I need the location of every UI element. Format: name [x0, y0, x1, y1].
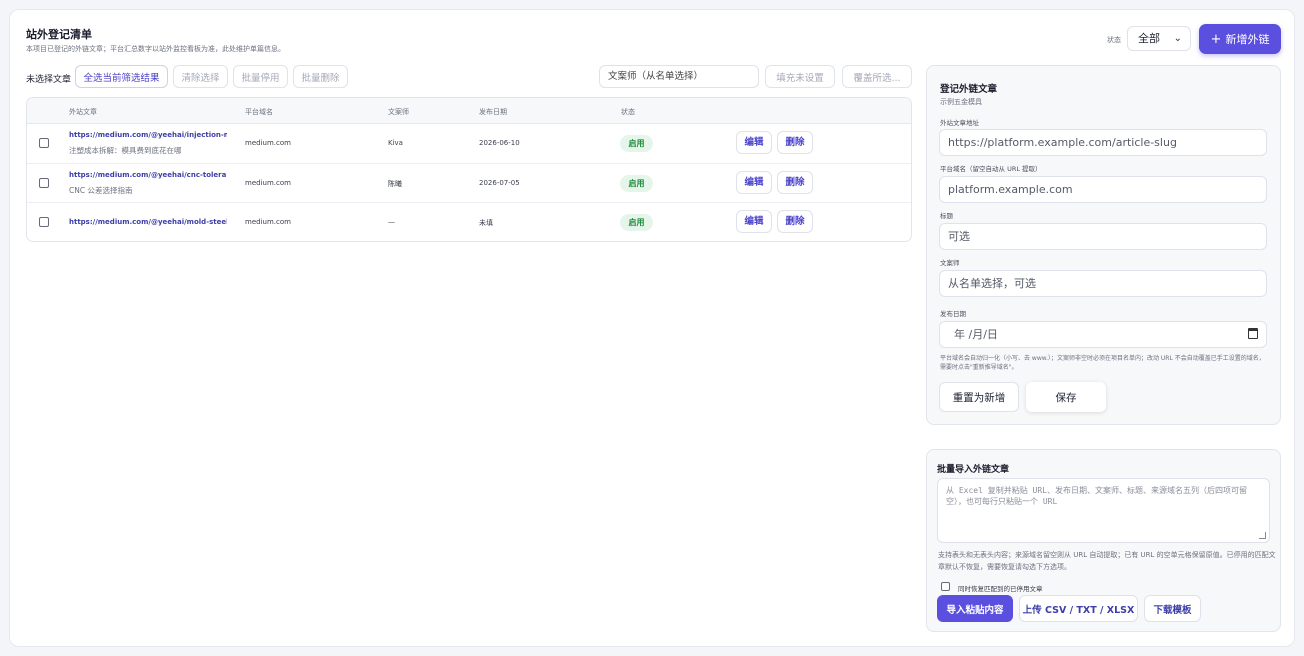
main-card: 站外登记清单 本项目已登记的外链文章；平台汇总数字以站外监控看板为准，此处维护单… [9, 9, 1295, 647]
reset-button[interactable]: 重置为新增 [939, 382, 1019, 412]
plus-icon: + [1210, 31, 1222, 47]
copywriter-select[interactable]: 文案师（从名单选择） [599, 65, 759, 88]
page-title: 站外登记清单 [26, 28, 92, 41]
status-badge: 启用 [620, 174, 653, 192]
col-article: 外站文章 [69, 108, 97, 116]
date-cell: 未填 [479, 219, 493, 227]
chevron-down-icon: ⌄ [1173, 33, 1182, 44]
links-table: 外站文章 平台域名 文案师 发布日期 状态 https://medium.com… [26, 97, 912, 242]
clear-selection-button[interactable]: 清除选择 [173, 65, 228, 88]
select-all-button[interactable]: 全选当前筛选结果 [75, 65, 168, 88]
download-template-button[interactable]: 下载模板 [1144, 595, 1201, 622]
article-title: 注塑成本拆解：模具费到底花在哪 [69, 146, 182, 155]
status-badge: 启用 [620, 135, 653, 152]
page-subtitle: 本项目已登记的外链文章；平台汇总数字以站外监控看板为准，此处维护单篇信息。 [26, 45, 285, 53]
domain-cell: medium.com [245, 218, 291, 226]
overwrite-selected-button[interactable]: 覆盖所选... [842, 65, 912, 88]
date-placeholder: 年 /月/日 [954, 328, 998, 341]
table-row: https://medium.com/@yeehai/mold-steel-c.… [27, 203, 911, 241]
title-input[interactable]: 可选 [939, 223, 1267, 250]
title-label: 标题 [940, 212, 953, 220]
table-row: https://medium.com/@yeehai/injection-mo.… [27, 124, 911, 164]
restore-checkbox[interactable] [941, 582, 950, 591]
import-paste-button[interactable]: 导入粘贴内容 [937, 595, 1013, 622]
table-header: 外站文章 平台域名 文案师 发布日期 状态 [27, 98, 911, 124]
import-title: 批量导入外链文章 [937, 465, 1010, 475]
copywriter-cell: 陈曦 [388, 179, 402, 188]
edit-button[interactable]: 编辑 [736, 170, 772, 194]
table-row: https://medium.com/@yeehai/cnc-toleranc.… [27, 164, 911, 203]
date-cell: 2026-07-05 [479, 178, 520, 187]
date-cell: 2026-06-10 [479, 139, 520, 147]
import-panel: 批量导入外链文章 从 Excel 复制并粘贴 URL、发布日期、文案师、标题、来… [926, 449, 1281, 632]
edit-button[interactable]: 编辑 [736, 210, 772, 233]
restore-label: 同时恢复匹配到的已停用文章 [958, 585, 1043, 593]
domain-cell: medium.com [245, 178, 291, 187]
copywriter-input[interactable]: 从名单选择，可选 [939, 270, 1267, 297]
col-date: 发布日期 [479, 108, 507, 116]
delete-button[interactable]: 删除 [777, 131, 813, 154]
copywriter-cell: Kiva [388, 139, 403, 147]
url-label: 外站文章地址 [940, 119, 979, 127]
copywriter-label: 文案师 [940, 259, 960, 267]
register-form-panel: 登记外链文章 示例五金模具 外站文章地址 https://platform.ex… [926, 65, 1281, 425]
bulk-disable-button[interactable]: 批量停用 [233, 65, 288, 88]
col-copywriter: 文案师 [388, 108, 409, 116]
import-textarea[interactable]: 从 Excel 复制并粘贴 URL、发布日期、文案师、标题、来源域名五列（后四项… [937, 478, 1270, 543]
status-filter-value: 全部 [1138, 32, 1160, 45]
calendar-icon[interactable] [1248, 328, 1258, 339]
status-filter-label: 状态 [1107, 36, 1121, 44]
domain-input[interactable]: platform.example.com [939, 176, 1267, 203]
article-title: CNC 公差选择指南 [69, 185, 133, 195]
row-checkbox[interactable] [39, 217, 49, 227]
fill-unset-button[interactable]: 填充未设置 [765, 65, 835, 88]
row-checkbox[interactable] [39, 177, 49, 188]
form-hint: 平台域名会自动归一化（小写、去 www.）；文案师非空时必须在项目名单内；改动 … [940, 355, 1265, 371]
selection-status: 未选择文章 [26, 75, 72, 85]
bulk-delete-button[interactable]: 批量删除 [293, 65, 348, 88]
import-placeholder: 从 Excel 复制并粘贴 URL、发布日期、文案师、标题、来源域名五列（后四项… [946, 486, 1247, 506]
row-checkbox[interactable] [39, 138, 49, 148]
status-badge: 启用 [620, 214, 653, 231]
import-hint: 支持表头和无表头内容；来源域名留空则从 URL 自动提取；已有 URL 的空单元… [938, 551, 1276, 571]
add-link-button[interactable]: + 新增外链 [1199, 24, 1281, 54]
date-input[interactable]: 年 /月/日 [939, 321, 1267, 348]
url-input[interactable]: https://platform.example.com/article-slu… [939, 129, 1267, 156]
edit-button[interactable]: 编辑 [736, 131, 772, 154]
delete-button[interactable]: 删除 [777, 170, 813, 194]
status-filter-select[interactable]: 全部 ⌄ [1127, 26, 1191, 51]
domain-label: 平台域名（留空自动从 URL 提取） [940, 165, 1042, 173]
article-link[interactable]: https://medium.com/@yeehai/injection-mo.… [69, 131, 227, 139]
col-domain: 平台域名 [245, 108, 273, 116]
copywriter-cell: — [388, 218, 395, 226]
article-link[interactable]: https://medium.com/@yeehai/cnc-toleranc.… [69, 171, 227, 179]
resize-handle-icon[interactable] [1259, 532, 1266, 539]
date-label: 发布日期 [940, 310, 966, 318]
delete-button[interactable]: 删除 [777, 210, 813, 233]
save-button[interactable]: 保存 [1026, 382, 1106, 412]
add-link-label: 新增外链 [1225, 33, 1270, 46]
domain-cell: medium.com [245, 139, 291, 147]
form-subtitle: 示例五金模具 [940, 98, 982, 106]
col-status: 状态 [621, 108, 635, 116]
form-title: 登记外链文章 [940, 84, 998, 95]
upload-file-button[interactable]: 上传 CSV / TXT / XLSX [1019, 595, 1138, 622]
article-link[interactable]: https://medium.com/@yeehai/mold-steel-c.… [69, 218, 227, 226]
